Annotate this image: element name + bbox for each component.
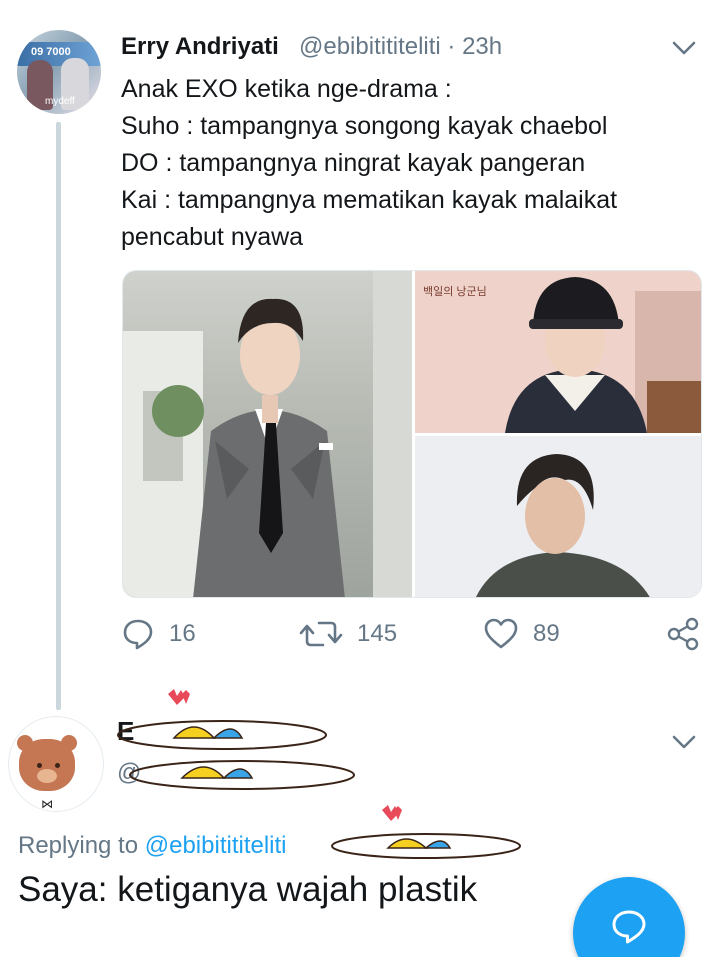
- bear-head: [19, 739, 75, 791]
- bear-eye-left: [37, 763, 42, 768]
- retweet-count: 145: [357, 620, 398, 647]
- avatar-banner-text: 09 7000: [31, 46, 71, 58]
- bear-eye-right: [55, 763, 60, 768]
- reply-tweet-text: Saya: ketiganya wajah plastik: [18, 870, 478, 909]
- heart-icon: [484, 618, 518, 649]
- tweet-line: Kai : tampangnya mematikan kayak malaika…: [121, 186, 618, 214]
- media-photo-suho[interactable]: [123, 271, 412, 597]
- replying-to-line: Replying to @ebibitititeliti: [18, 832, 287, 860]
- share-icon: [667, 617, 699, 651]
- tweet-line: Anak EXO ketika nge-drama :: [121, 75, 452, 103]
- tweet-line: DO : tampangnya ningrat kayak pangeran: [121, 149, 586, 177]
- replying-to-prefix: Replying to: [18, 832, 145, 859]
- compose-reply-icon: [612, 910, 646, 944]
- redaction-scribble: [331, 805, 521, 859]
- avatar-logo: mydeff: [45, 96, 75, 107]
- media-photo-kai[interactable]: [415, 436, 701, 597]
- tweet-actions-bar: 16 145 89: [121, 614, 706, 654]
- replying-to-mention-link[interactable]: @ebibitititeliti: [145, 832, 287, 859]
- reply-icon: [123, 619, 153, 650]
- retweet-action[interactable]: 145: [299, 614, 397, 654]
- kai-illustration: [415, 436, 701, 597]
- reply-count: 16: [169, 620, 196, 647]
- redaction-scribble: E @: [117, 689, 355, 790]
- thread-connector-line: [56, 122, 61, 710]
- reply-action[interactable]: 16: [121, 614, 196, 654]
- author-name[interactable]: Erry Andriyati: [121, 33, 279, 61]
- svg-text:@: @: [117, 759, 141, 786]
- tweet-media-grid[interactable]: 백일의 낭군님: [122, 270, 702, 598]
- share-action[interactable]: [665, 614, 701, 654]
- compose-reply-button[interactable]: [573, 877, 685, 957]
- like-count: 89: [533, 620, 560, 647]
- reply-author-avatar[interactable]: ⋈: [8, 716, 104, 812]
- author-avatar[interactable]: 09 7000 mydeff: [17, 30, 101, 114]
- tweet-line: Suho : tampangnya songong kayak chaebol: [121, 112, 608, 140]
- tweet-text: Anak EXO ketika nge-drama : Suho : tampa…: [121, 71, 701, 256]
- tweet-line: pencabut nyawa: [121, 223, 304, 251]
- like-action[interactable]: 89: [483, 614, 560, 654]
- media-photo-do[interactable]: 백일의 낭군님: [415, 271, 701, 433]
- bowtie-icon: ⋈: [41, 797, 53, 811]
- retweet-icon: [299, 621, 343, 647]
- chevron-down-icon[interactable]: [670, 728, 698, 756]
- suho-illustration: [123, 271, 412, 597]
- avatar-banner: 09 7000: [17, 42, 101, 66]
- chevron-down-icon[interactable]: [670, 34, 698, 62]
- bear-snout: [37, 769, 57, 783]
- drama-title-label: 백일의 낭군님: [423, 286, 487, 298]
- author-handle-and-time[interactable]: @ebibitititeliti · 23h: [299, 33, 502, 61]
